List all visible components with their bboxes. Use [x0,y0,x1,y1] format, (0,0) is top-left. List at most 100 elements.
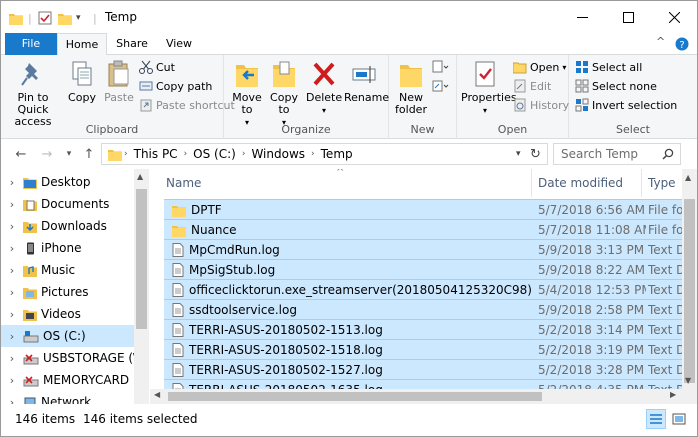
copy-to-button[interactable]: Copy to ▾ [266,59,302,129]
nav-item-documents[interactable]: › Documents [1,193,134,215]
tab-file[interactable]: File [5,33,57,55]
crumb-os-c[interactable]: OS (C:) [193,147,236,161]
refresh-icon[interactable]: ↻ [530,147,541,162]
expand-chevron-icon[interactable]: › [1,286,23,299]
scissors-icon [139,60,153,74]
nav-item-os-c[interactable]: › OS (C:) [1,325,134,347]
nav-item-pictures[interactable]: › Pictures [1,281,134,303]
search-icon [662,148,674,160]
file-list-horizontal-scrollbar[interactable]: ◀ ▶ [150,389,697,404]
new-folder-quick-icon[interactable] [58,10,72,26]
history-button[interactable]: History [513,96,569,114]
paste-shortcut-button[interactable]: Paste shortcut [139,96,235,114]
forward-arrow-icon[interactable]: → [37,145,57,163]
table-row[interactable]: MpCmdRun.log 5/9/2018 3:13 PM Text D [164,239,682,259]
scroll-down-icon[interactable]: ▼ [685,376,691,385]
column-header-date[interactable]: Date modified [532,169,642,197]
back-arrow-icon[interactable]: ← [11,145,31,163]
paste-button[interactable]: Paste [101,59,137,104]
properties-check-icon[interactable] [38,10,52,26]
invert-selection-button[interactable]: Invert selection [575,96,677,114]
crumb-this-pc[interactable]: This PC [134,147,178,161]
properties-button[interactable]: Properties ▾ [461,59,517,117]
expand-chevron-icon[interactable]: › [1,198,23,211]
easy-access-icon[interactable] [431,77,452,95]
rename-button[interactable]: Rename [344,59,389,104]
expand-chevron-icon[interactable]: › [1,374,23,387]
expand-chevron-icon[interactable]: › [1,330,23,343]
nav-item-music[interactable]: › Music [1,259,134,281]
file-list-vertical-scrollbar[interactable]: ▲ ▼ [682,169,697,389]
nav-item-downloads[interactable]: › Downloads [1,215,134,237]
select-none-button[interactable]: Select none [575,77,657,95]
scroll-up-icon[interactable]: ▲ [137,172,143,181]
select-all-button[interactable]: Select all [575,58,642,76]
delete-button[interactable]: Delete ▾ [306,59,342,117]
copy-to-icon [273,61,295,87]
customize-toolbar-icon[interactable]: ▾ [76,10,81,26]
new-item-icon[interactable] [431,58,452,76]
close-icon[interactable] [651,1,697,33]
table-row[interactable]: TERRI-ASUS-20180502-1513.log 5/2/2018 3:… [164,319,682,339]
tab-share[interactable]: Share [111,33,153,55]
scroll-up-icon[interactable]: ▲ [685,173,691,182]
table-row[interactable]: officeclicktorun.exe_streamserver(201805… [164,279,682,299]
pin-quick-access-button[interactable]: Pin to Quick access [5,59,61,128]
collapse-ribbon-icon[interactable]: ^ [656,35,665,48]
copy-path-button[interactable]: Copy path [139,77,212,95]
expand-chevron-icon[interactable]: › [1,176,23,189]
table-row[interactable]: Nuance 5/7/2018 11:08 AM File fo [164,219,682,239]
table-row[interactable]: ssdtoolservice.log 5/9/2018 2:58 PM Text… [164,299,682,319]
table-row[interactable]: TERRI-ASUS-20180502-1518.log 5/2/2018 3:… [164,339,682,359]
crumb-separator[interactable]: › [184,149,188,159]
new-folder-button[interactable]: New folder [393,59,429,116]
cut-button[interactable]: Cut [139,58,175,76]
expand-chevron-icon[interactable]: › [1,264,23,277]
edit-button[interactable]: Edit [513,77,551,95]
horizontal-scrollbar-thumb[interactable] [168,392,542,401]
open-button[interactable]: Open ▾ [513,58,566,76]
expand-chevron-icon[interactable]: › [1,242,23,255]
table-row[interactable]: MpSigStub.log 5/9/2018 8:22 AM Text D [164,259,682,279]
nav-item-memorycard[interactable]: › MEMORYCARD ( [1,369,134,391]
scroll-left-icon[interactable]: ◀ [154,390,160,399]
copy-button[interactable]: Copy [63,59,101,104]
expand-chevron-icon[interactable]: › [1,220,23,233]
table-row[interactable]: TERRI-ASUS-20180502-1527.log 5/2/2018 3:… [164,359,682,379]
column-header-type[interactable]: Type [642,169,682,197]
address-folder-icon [108,149,122,161]
text-file-icon [172,243,184,257]
crumb-temp[interactable]: Temp [321,147,353,161]
crumb-separator[interactable]: › [242,149,246,159]
minimize-icon[interactable] [559,1,605,33]
tab-view[interactable]: View [157,33,201,55]
details-view-icon[interactable] [646,409,666,429]
nav-scrollbar-thumb[interactable] [136,189,147,329]
maximize-icon[interactable] [605,1,651,33]
up-arrow-icon[interactable]: ↑ [79,145,99,163]
vertical-scrollbar-thumb[interactable] [684,199,695,383]
search-input[interactable]: Search Temp [553,143,681,165]
address-bar[interactable]: › This PC › OS (C:) › Windows › Temp ▾ ↻ [101,143,548,165]
column-header-name[interactable]: Name [160,169,532,197]
large-icons-view-icon[interactable] [669,409,689,429]
recent-locations-chevron-icon[interactable]: ▾ [59,145,79,163]
nav-item-usbstorage[interactable]: › USBSTORAGE (\\ [1,347,134,369]
nav-item-videos[interactable]: › Videos [1,303,134,325]
tab-home[interactable]: Home [57,33,107,56]
expand-chevron-icon[interactable]: › [1,308,23,321]
table-row[interactable]: DPTF 5/7/2018 6:56 AM File fo [164,199,682,219]
expand-chevron-icon[interactable]: › [1,352,23,365]
move-to-button[interactable]: Move to ▾ [230,59,264,129]
address-dropdown-icon[interactable]: ▾ [516,149,521,159]
nav-item-desktop[interactable]: › Desktop [1,171,134,193]
scroll-right-icon[interactable]: ▶ [670,390,676,399]
nav-item-network[interactable]: › Network [1,391,134,404]
help-icon[interactable]: ? [675,37,689,54]
nav-item-iphone[interactable]: › iPhone [1,237,134,259]
nav-scrollbar[interactable]: ▲ [134,169,149,404]
crumb-windows[interactable]: Windows [251,147,305,161]
status-bar: 146 items 146 items selected [1,404,697,436]
expand-chevron-icon[interactable]: › [1,396,23,405]
crumb-separator[interactable]: › [311,149,315,159]
